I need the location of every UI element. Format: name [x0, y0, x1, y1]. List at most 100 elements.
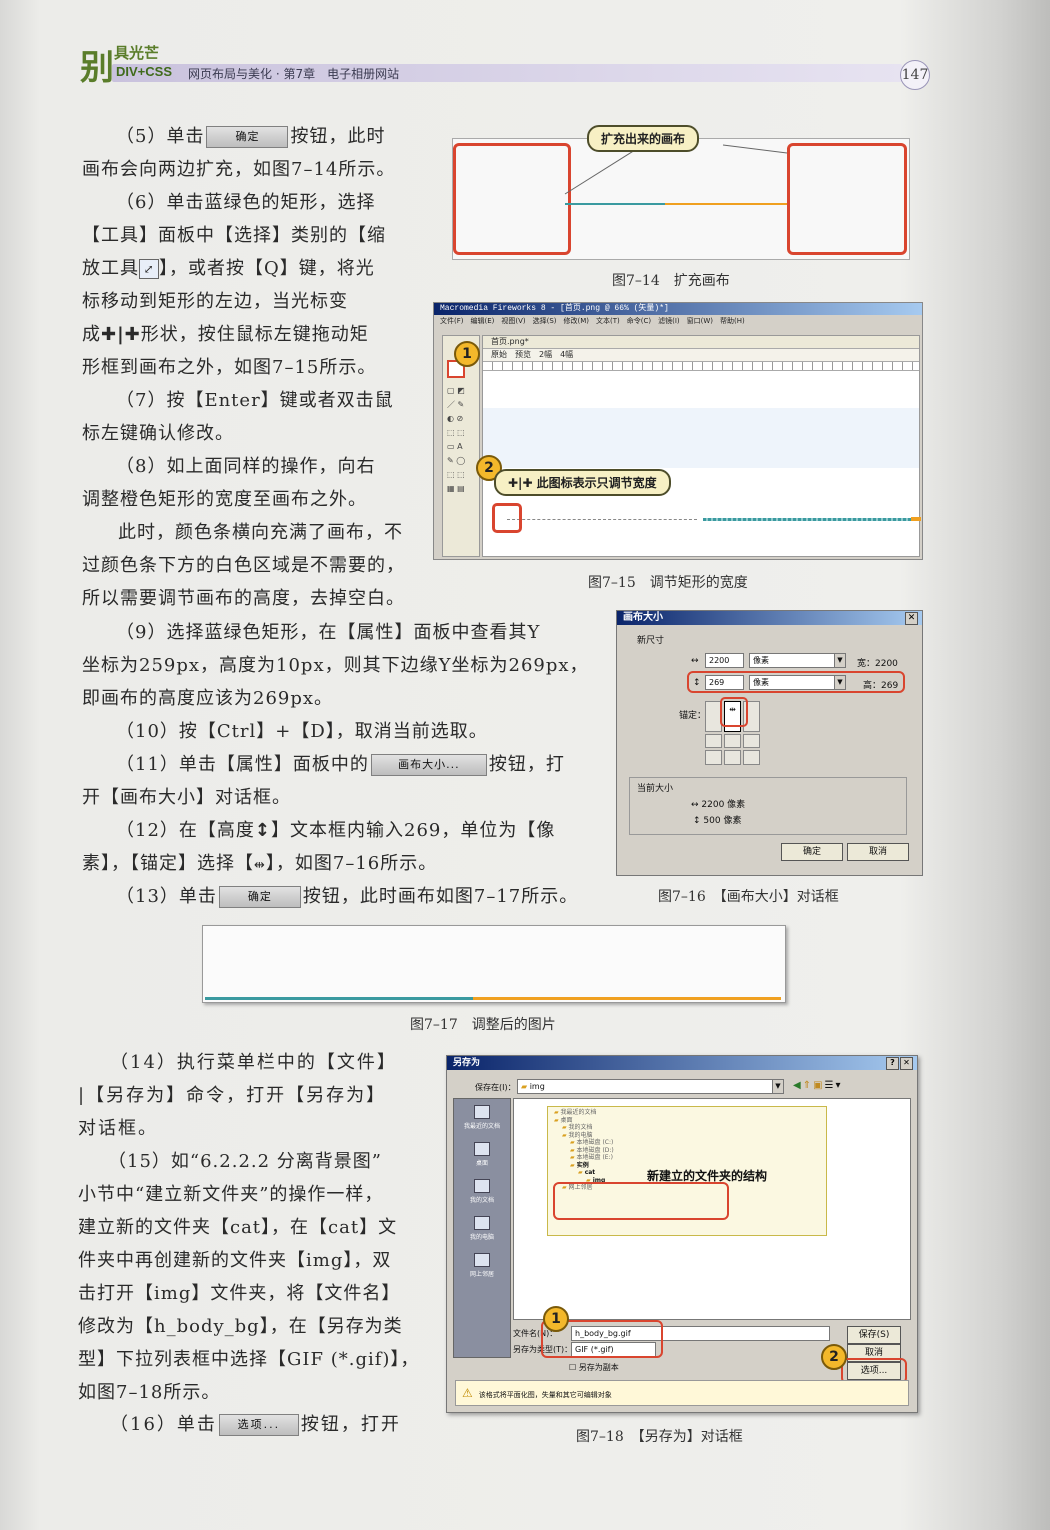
- text: 建立新的文件夹【cat】，在【cat】文: [78, 1217, 398, 1238]
- height-highlight: [687, 671, 905, 693]
- dialog-title-text: 另存为: [453, 1058, 481, 1068]
- tree-item-label: 桌面: [560, 1116, 573, 1124]
- places-bar: 我最近的文档桌面我的文档我的电脑网上邻居: [453, 1098, 511, 1358]
- current-height-value: 500 像素: [703, 816, 742, 826]
- header-series: DIV+CSS: [116, 64, 172, 79]
- chevron-down-icon: ▼: [834, 654, 845, 667]
- place-item[interactable]: 桌面: [454, 1142, 510, 1167]
- selection-line: [507, 519, 697, 520]
- place-item[interactable]: 网上邻居: [454, 1253, 510, 1278]
- tree-item[interactable]: ▰ 本地磁盘 (E:): [554, 1154, 820, 1162]
- text: 素】，【锚定】选择【: [82, 853, 254, 874]
- tree-item[interactable]: ▰ 本地磁盘 (C:): [554, 1139, 820, 1147]
- tree-item-label: cat: [584, 1169, 596, 1176]
- width-icon: ↔: [691, 800, 702, 810]
- ruler: [483, 362, 919, 371]
- text: 开【画布大小】对话框。: [82, 787, 291, 808]
- back-icon[interactable]: ◀: [793, 1080, 803, 1091]
- marker-1: 1: [543, 1306, 569, 1332]
- new-folder-icon[interactable]: ▣: [813, 1080, 824, 1091]
- tree-item[interactable]: ▰ 桌面: [554, 1117, 820, 1125]
- place-item[interactable]: 我的文档: [454, 1179, 510, 1204]
- anchor-highlight: [720, 697, 748, 727]
- text: |【另存为】命令，打开【另存为】: [78, 1085, 387, 1106]
- tree-item[interactable]: ▰ 我最近的文档: [554, 1109, 820, 1117]
- folder-icon: ▰: [521, 1082, 530, 1091]
- place-item[interactable]: 我最近的文档: [454, 1105, 510, 1130]
- text: 即画布的高度应该为269px。: [82, 688, 334, 709]
- up-folder-icon[interactable]: ⇑: [803, 1080, 813, 1091]
- text: 按钮，打: [488, 754, 565, 775]
- text: 型】下拉列表框中选择【GIF (*.gif)】，: [78, 1349, 420, 1370]
- window-title: Macromedia Fireworks 8 - [首页.png @ 66% (…: [434, 303, 922, 315]
- text: 过颜色条下方的白色区域是不需要的，: [82, 555, 405, 576]
- tree-item[interactable]: ▰ 我的电脑: [554, 1132, 820, 1140]
- tree-item-label: 实例: [576, 1161, 589, 1169]
- figure-caption: 图7–17 调整后的图片: [410, 1017, 556, 1033]
- text: 标移动到矩形的左边，当光标变: [82, 291, 348, 312]
- text: 成: [82, 324, 101, 345]
- text: （13）单击: [116, 886, 217, 907]
- width-input[interactable]: 2200: [705, 653, 744, 668]
- width-label: 宽：2200: [857, 659, 898, 669]
- place-item[interactable]: 我的电脑: [454, 1216, 510, 1241]
- text: 按钮，此时画布如图7–17所示。: [302, 886, 579, 907]
- checkbox-icon: ☐: [569, 1363, 579, 1372]
- text: 件夹中再创建新的文件夹【img】，双: [78, 1250, 392, 1271]
- save-in-select[interactable]: ▰ img ▼: [517, 1079, 784, 1094]
- figure-7-15: Macromedia Fireworks 8 - [首页.png @ 66% (…: [433, 302, 923, 560]
- marker-1: 1: [454, 341, 480, 367]
- folder-highlight: [553, 1182, 729, 1220]
- text: （8）如上面同样的操作，向右: [116, 456, 376, 477]
- width-unit-select[interactable]: 像素 ▼: [749, 653, 846, 668]
- text: 【工具】面板中【选择】类别的【缩: [82, 225, 386, 246]
- tool-icons: ▢ ◩ ／ ✎ ◐ ⊘ ⬚ ⬚ ▭ A ✎ ◯ ⬚ ⬚ ▦ ▤: [447, 386, 466, 493]
- place-label: 网上邻居: [469, 1271, 494, 1278]
- place-label: 我的电脑: [469, 1234, 494, 1241]
- text: （11）单击【属性】面板中的: [116, 754, 369, 775]
- ok-button[interactable]: 确定: [781, 843, 843, 861]
- tree-item-label: 我最近的文档: [560, 1109, 597, 1116]
- figure-caption: 图7–14 扩充画布: [612, 273, 730, 289]
- save-copy-checkbox[interactable]: ☐ 另存为副本: [569, 1362, 619, 1373]
- height-icon: ↕: [693, 816, 704, 826]
- step-14: （14）执行菜单栏中的【文件】 |【另存为】命令，打开【另存为】 对话框。: [78, 1046, 397, 1145]
- callout-text: 此图标表示只调节宽度: [536, 476, 657, 490]
- place-label: 我最近的文档: [463, 1123, 500, 1130]
- orange-bar: [473, 997, 781, 1000]
- tree-item[interactable]: ▰ 我的文档: [554, 1124, 820, 1132]
- menu-bar: 文件(F) 编辑(E) 视图(V) 选择(S) 修改(M) 文本(T) 命令(C…: [440, 317, 745, 325]
- cancel-button[interactable]: 取消: [847, 843, 909, 861]
- chevron-down-icon: ▼: [772, 1080, 783, 1093]
- text: 形框到画布之外，如图7–15所示。: [82, 357, 377, 378]
- close-icon[interactable]: ✕: [905, 612, 918, 625]
- text: 画布会向两边扩充，如图7–14所示。: [82, 159, 396, 180]
- current-width-value: 2200 像素: [701, 800, 746, 810]
- save-in-label: 保存在(I)：: [475, 1083, 516, 1092]
- marker-2: 2: [821, 1344, 847, 1370]
- text: （5）单击: [116, 126, 205, 147]
- save-button[interactable]: 保存(S): [847, 1326, 901, 1344]
- help-icon[interactable]: ?: [886, 1057, 899, 1070]
- close-icon[interactable]: ✕: [900, 1057, 913, 1070]
- figure-caption: 图7–18 【另存为】对话框: [576, 1429, 743, 1445]
- step-16: （16）单击 选项... 按钮，打开: [78, 1408, 401, 1441]
- warning-text: 该格式将平面化图，失量和其它可编辑对象: [478, 1391, 612, 1399]
- figure-caption: 图7–16 【画布大小】对话框: [658, 889, 839, 905]
- text: 所以需要调节画布的高度，去掉空白。: [82, 588, 405, 609]
- current-width: ↔ 2200 像素: [691, 797, 745, 810]
- step-15: （15）如“6.2.2.2 分离背景图” 小节中“建立新文件夹”的操作一样， 建…: [78, 1145, 419, 1409]
- warning-icon: ⚠: [462, 1386, 473, 1400]
- step-13: （13）单击 确定 按钮，此时画布如图7–17所示。: [82, 880, 578, 913]
- callout-expanded-canvas: 扩充出来的画布: [587, 125, 700, 152]
- step-11: （11）单击【属性】面板中的 画布大小... 按钮，打 开【画布大小】对话框。: [82, 748, 565, 814]
- view-menu-icon[interactable]: ☰▾: [825, 1080, 843, 1091]
- step-6: （6）单击蓝绿色的矩形，选择 【工具】面板中【选择】类别的【缩 放工具 ⤢ 】，或者…: [82, 186, 386, 384]
- warning-bar: ⚠ 该格式将平面化图，失量和其它可编辑对象: [455, 1380, 909, 1406]
- figure-7-16-canvas-size-dialog: 画布大小 ✕ 新尺寸 ↔ 2200 像素 ▼ 宽：2200 ↕ 269 像素 ▼ 高…: [616, 610, 923, 876]
- anchor-label: 锚定：: [679, 711, 707, 721]
- text: （6）单击蓝绿色的矩形，选择: [116, 192, 376, 213]
- tree-item[interactable]: ▰ 本地磁盘 (D:): [554, 1147, 820, 1155]
- tools-panel: ▢ ◩ ／ ✎ ◐ ⊘ ⬚ ⬚ ▭ A ✎ ◯ ⬚ ⬚ ▦ ▤: [442, 335, 480, 557]
- text: 击打开【img】文件夹，将【文件名】: [78, 1283, 401, 1304]
